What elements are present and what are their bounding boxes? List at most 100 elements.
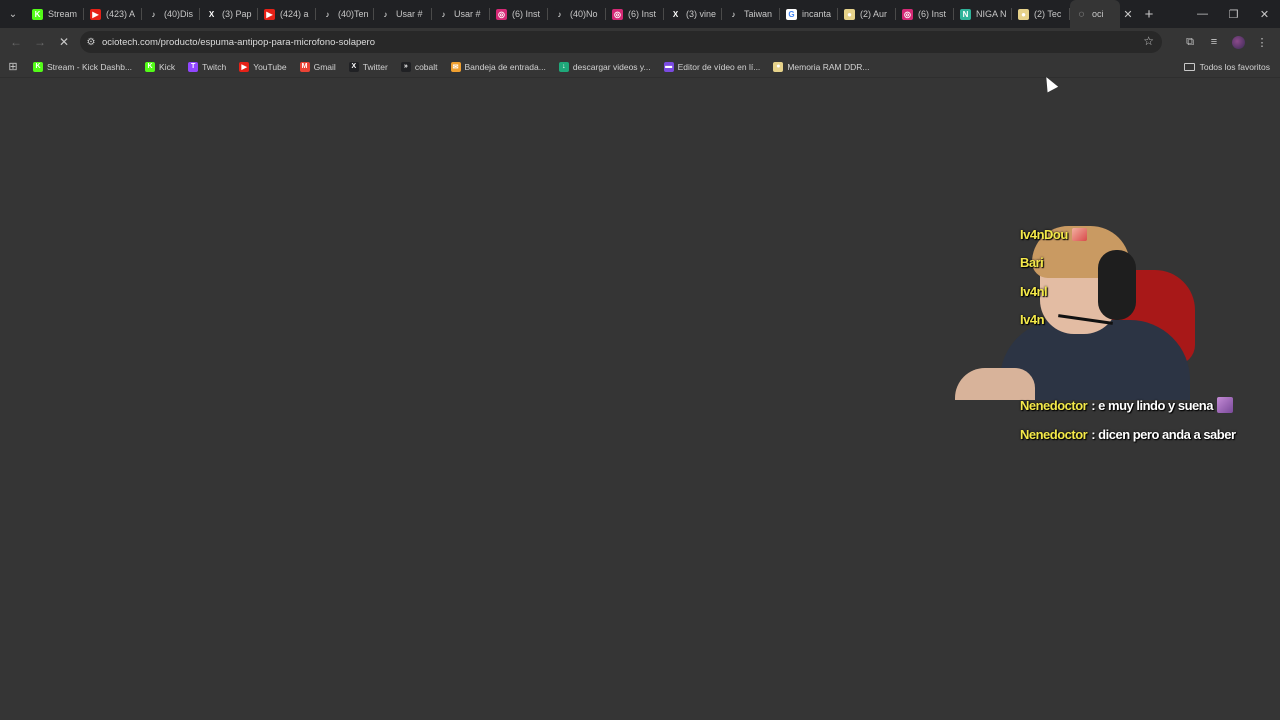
loading-icon: ◌ — [1078, 8, 1085, 20]
bookmark-label: Gmail — [313, 61, 336, 72]
close-tab-icon[interactable]: ✕ — [1120, 0, 1136, 28]
new-tab-button[interactable]: + — [1136, 0, 1162, 28]
youtube-icon: ▶ — [264, 8, 275, 20]
tab[interactable]: ♪ Usar # — [432, 0, 490, 28]
chat-username: Nenedoctor — [1020, 426, 1088, 442]
profile-avatar[interactable] — [1226, 30, 1250, 54]
bookmark-star-icon[interactable]: ☆ — [1143, 34, 1154, 48]
ram-icon: ● — [773, 61, 784, 72]
tab-label: (40)No — [570, 9, 598, 19]
chat-username: Iv4n — [1020, 311, 1045, 327]
tab-strip: ⌄ K Stream ▶ (423) A ♪ (40)Dis X (3) Pap ▶ (424) … — [0, 0, 1280, 28]
apps-grid-icon[interactable]: ⊞ — [0, 56, 26, 78]
tab[interactable]: N NIGA N — [954, 0, 1012, 28]
tab[interactable]: Gincanta — [780, 0, 838, 28]
tab[interactable]: ● (2) Aur — [838, 0, 896, 28]
bookmark-item[interactable]: T Twitch — [181, 56, 232, 78]
avatar — [1231, 35, 1245, 49]
bookmark-label: Editor de vídeo en lí... — [677, 61, 761, 72]
menu-icon[interactable]: ⋮ — [1250, 30, 1274, 54]
chat-message: Iv4n — [1020, 309, 1045, 329]
back-button[interactable]: ← — [4, 30, 28, 54]
site-settings-icon[interactable]: ⚙ — [80, 31, 102, 53]
bookmark-item[interactable]: ✉ Bandeja de entrada... — [444, 56, 552, 78]
bookmark-label: YouTube — [253, 61, 287, 72]
chat-username: Nenedoctor — [1020, 397, 1088, 413]
emote-icon — [1216, 397, 1233, 413]
tiktok-icon: ♪ — [322, 8, 333, 20]
tab[interactable]: ♪ Usar # — [374, 0, 432, 28]
tab[interactable]: X (3) Pap — [200, 0, 258, 28]
minimize-button[interactable]: — — [1187, 0, 1218, 28]
x-icon: X — [670, 8, 681, 20]
chat-username: Iv4nl — [1020, 283, 1048, 299]
forward-button[interactable]: → — [28, 30, 52, 54]
tab[interactable]: ◎ (6) Inst — [606, 0, 664, 28]
tab[interactable]: X (3) vine — [664, 0, 722, 28]
media-controls-icon[interactable]: ≡ — [1202, 30, 1226, 54]
instagram-icon: ◎ — [496, 8, 507, 20]
bookmark-item[interactable]: ▶ YouTube — [232, 56, 292, 78]
tiktok-icon: ♪ — [148, 8, 159, 20]
tab-label: Usar # — [454, 9, 481, 19]
tab-label: Stream — [48, 9, 78, 19]
bookmark-item[interactable]: ↓ descargar videos y... — [552, 56, 657, 78]
tab[interactable]: ● (2) Tec — [1012, 0, 1070, 28]
bookmark-label: cobalt — [414, 61, 438, 72]
bookmark-label: Memoria RAM DDR... — [787, 61, 870, 72]
tab[interactable]: K Stream — [26, 0, 84, 28]
tab[interactable]: ♪ Taiwan — [722, 0, 780, 28]
cobalt-icon: » — [400, 61, 411, 72]
ram-icon: ● — [844, 8, 855, 20]
kick-icon: K — [145, 61, 156, 72]
instagram-icon: ◎ — [612, 8, 623, 20]
tab-label: Taiwan — [744, 9, 773, 19]
google-icon: G — [786, 8, 797, 20]
bookmark-label: Bandeja de entrada... — [464, 61, 546, 72]
gmail-icon: M — [299, 61, 310, 72]
bookmark-item[interactable]: K Stream - Kick Dashb... — [26, 56, 138, 78]
bookmark-label: descargar videos y... — [572, 61, 651, 72]
tab-search-button[interactable]: ⌄ — [0, 0, 26, 28]
ram-icon: ● — [1018, 8, 1029, 20]
tab[interactable]: ◎ (6) Inst — [896, 0, 954, 28]
chat-username: Bari — [1020, 254, 1044, 270]
close-window-button[interactable]: ✕ — [1249, 0, 1280, 28]
stop-loading-button[interactable]: ✕ — [52, 30, 76, 54]
extensions-icon[interactable]: ⧉ — [1178, 30, 1202, 54]
bookmark-item[interactable]: ● Memoria RAM DDR... — [766, 56, 875, 78]
chat-message: Nenedoctor: dicen pero anda a saber — [1020, 424, 1236, 444]
bookmark-item[interactable]: M Gmail — [293, 56, 342, 78]
bookmark-item[interactable]: X Twitter — [342, 56, 394, 78]
video-editor-icon: ▬ — [663, 61, 674, 72]
bookmark-item[interactable]: ▬ Editor de vídeo en lí... — [657, 56, 767, 78]
url-text[interactable]: ociotech.com/producto/espuma-antipop-par… — [102, 37, 375, 48]
restore-button[interactable]: ❐ — [1218, 0, 1249, 28]
tab-label: (2) Tec — [1034, 9, 1062, 19]
tab[interactable]: ♪ (40)No — [548, 0, 606, 28]
tab-active[interactable]: ◌ oci — [1070, 0, 1120, 28]
download-icon: ↓ — [558, 61, 569, 72]
tab[interactable]: ◎ (6) Inst — [490, 0, 548, 28]
tab[interactable]: ▶ (423) A — [84, 0, 142, 28]
twitch-icon: T — [188, 61, 199, 72]
tab-label: Usar # — [396, 9, 423, 19]
address-bar[interactable]: ⚙ ociotech.com/producto/espuma-antipop-p… — [80, 31, 1162, 53]
tab-list: K Stream ▶ (423) A ♪ (40)Dis X (3) Pap ▶ (424) a ♪… — [26, 0, 1070, 28]
bookmark-label: Twitter — [362, 61, 388, 72]
tab-active-label: oci — [1092, 9, 1104, 19]
bookmark-label: Twitch — [202, 61, 227, 72]
chat-text: : dicen pero anda a saber — [1091, 426, 1236, 442]
all-bookmarks-button[interactable]: Todos los favoritos — [1183, 56, 1270, 78]
tab[interactable]: ♪ (40)Ten — [316, 0, 374, 28]
youtube-icon: ▶ — [239, 61, 250, 72]
bookmark-item[interactable]: K Kick — [138, 56, 181, 78]
emote-icon — [1071, 227, 1087, 241]
bookmarks-bar: ⊞ K Stream - Kick Dashb... K Kick T Twitch ▶ Yo… — [0, 56, 1280, 78]
folder-icon — [1183, 63, 1195, 71]
tab[interactable]: ▶ (424) a — [258, 0, 316, 28]
all-bookmarks-label: Todos los favoritos — [1199, 62, 1270, 72]
chat-message: Iv4nl — [1020, 281, 1048, 301]
tab[interactable]: ♪ (40)Dis — [142, 0, 200, 28]
bookmark-item[interactable]: » cobalt — [394, 56, 444, 78]
